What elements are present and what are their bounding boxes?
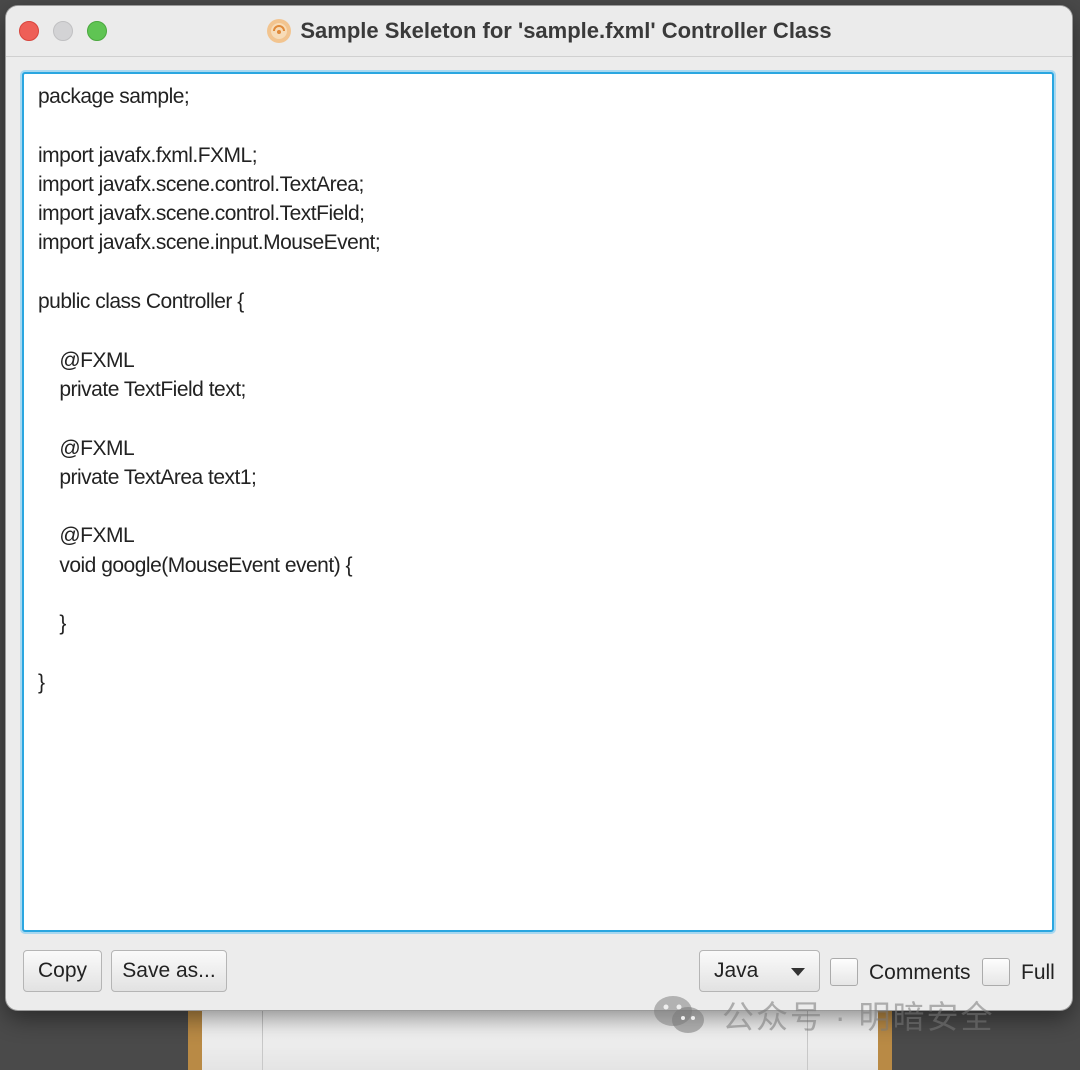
language-select-value: Java — [714, 959, 759, 982]
scene-builder-icon — [267, 19, 292, 43]
comments-label[interactable]: Comments — [869, 961, 971, 985]
save-as-button[interactable]: Save as... — [111, 950, 227, 992]
full-checkbox[interactable] — [982, 958, 1010, 986]
chevron-down-icon — [791, 968, 805, 976]
wechat-icon — [654, 996, 704, 1033]
skeleton-dialog: Sample Skeleton for 'sample.fxml' Contro… — [6, 6, 1072, 1010]
title-bar[interactable]: Sample Skeleton for 'sample.fxml' Contro… — [6, 6, 1072, 57]
title-container: Sample Skeleton for 'sample.fxml' Contro… — [6, 6, 1072, 56]
watermark: 公众号 · 明暗安全 — [652, 990, 994, 1040]
code-text-area[interactable]: package sample; import javafx.fxml.FXML;… — [22, 72, 1054, 932]
language-select[interactable]: Java — [699, 950, 820, 992]
full-label[interactable]: Full — [1021, 961, 1055, 985]
copy-button[interactable]: Copy — [23, 950, 102, 992]
comments-checkbox[interactable] — [830, 958, 858, 986]
window-title: Sample Skeleton for 'sample.fxml' Contro… — [300, 18, 832, 43]
controller-skeleton-code[interactable]: package sample; import javafx.fxml.FXML;… — [24, 74, 1052, 705]
watermark-text: 公众号 · 明暗安全 — [722, 999, 995, 1035]
